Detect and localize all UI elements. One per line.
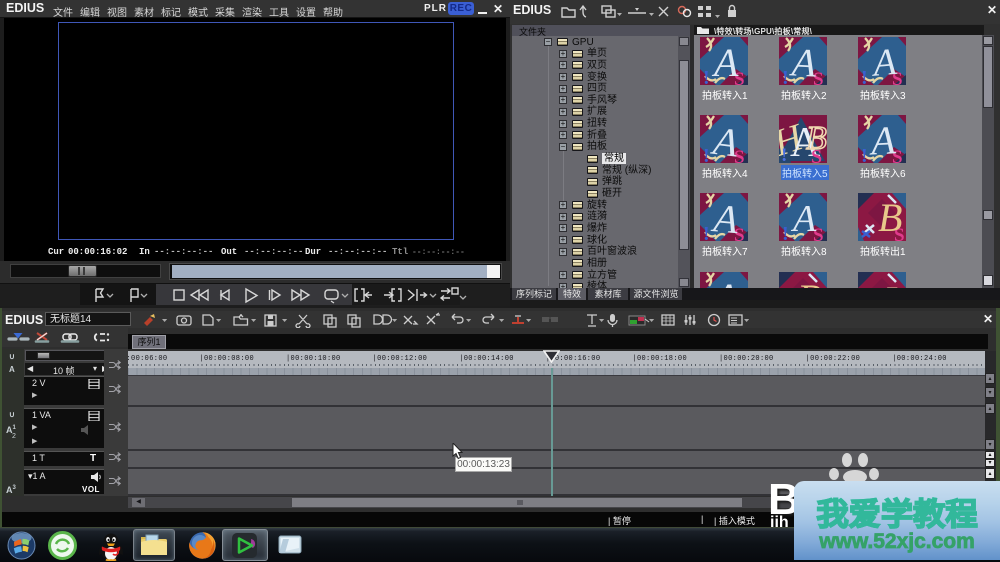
svg-text:A: A — [788, 39, 818, 85]
svg-text:A: A — [711, 40, 739, 85]
svg-text:!: ! — [781, 145, 787, 163]
svg-text:B: B — [878, 195, 902, 240]
svg-text:A: A — [790, 198, 817, 240]
svg-text:J: J — [878, 278, 898, 288]
svg-text:A: A — [711, 275, 739, 288]
svg-text:B: B — [797, 276, 821, 288]
svg-text:S: S — [811, 146, 822, 163]
svg-text:A: A — [867, 117, 897, 163]
